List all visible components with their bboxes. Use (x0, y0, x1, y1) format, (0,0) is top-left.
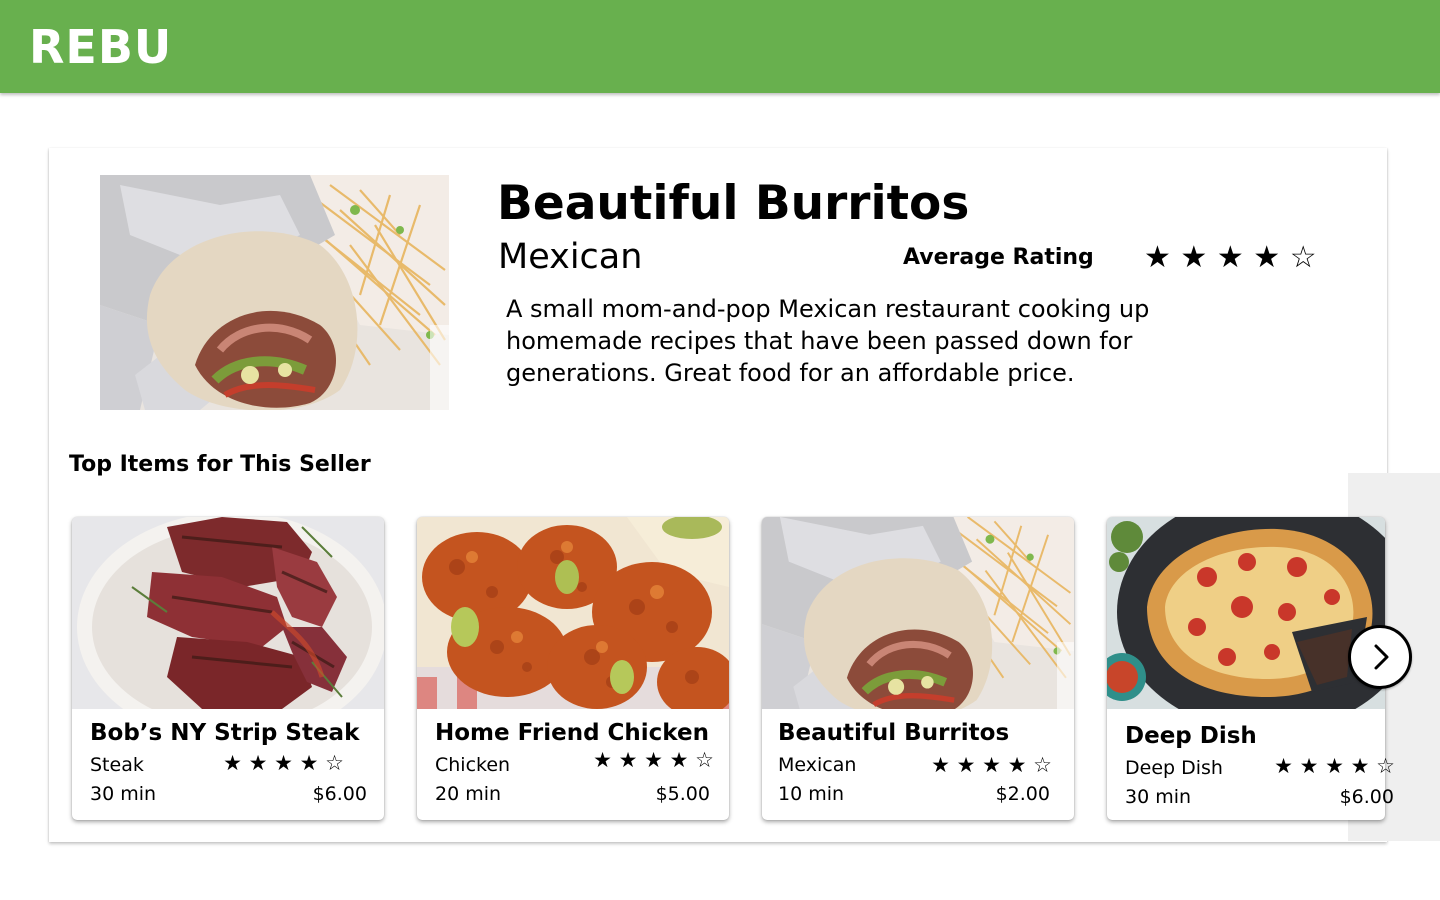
item-prep-time: 30 min (90, 783, 157, 805)
item-category: Mexican (778, 754, 857, 776)
brand-logo-text[interactable]: REBU (29, 21, 172, 73)
item-category: Steak (90, 754, 144, 776)
item-category: Deep Dish (1125, 757, 1223, 779)
top-items-heading: Top Items for This Seller (69, 452, 371, 477)
burrito-photo (762, 517, 1074, 709)
item-card[interactable]: Beautiful Burritos Mexican ★ ★ ★ ★ ☆ 10 … (762, 517, 1074, 820)
item-name: Beautiful Burritos (778, 720, 1010, 746)
steak-photo (72, 517, 384, 709)
item-price: $6.00 (312, 783, 367, 805)
item-image (72, 517, 384, 709)
top-app-bar: REBU (0, 0, 1440, 93)
item-rating-stars: ★ ★ ★ ★ ☆ (223, 751, 344, 775)
average-rating-stars: ★ ★ ★ ★ ☆ (1144, 240, 1317, 275)
store-hero-image (100, 175, 449, 410)
item-image (1107, 517, 1385, 709)
burrito-photo (100, 175, 449, 410)
item-rating-stars: ★ ★ ★ ★ ☆ (931, 753, 1052, 777)
item-name: Deep Dish (1125, 723, 1257, 749)
item-prep-time: 20 min (435, 783, 502, 805)
store-title: Beautiful Burritos (497, 176, 970, 231)
item-image (417, 517, 729, 709)
item-card[interactable]: Bob’s NY Strip Steak Steak ★ ★ ★ ★ ☆ 30 … (72, 517, 384, 820)
item-card[interactable]: Home Friend Chicken Chicken ★ ★ ★ ★ ☆ 20… (417, 517, 729, 820)
item-rating-stars: ★ ★ ★ ★ ☆ (1274, 754, 1395, 778)
average-rating-label: Average Rating (903, 245, 1094, 270)
item-card[interactable]: Deep Dish Deep Dish ★ ★ ★ ★ ☆ 30 min $6.… (1107, 517, 1395, 820)
fried-chicken-photo (417, 517, 729, 709)
item-price: $6.00 (1339, 786, 1394, 808)
item-category: Chicken (435, 754, 511, 776)
item-price: $2.00 (995, 783, 1050, 805)
item-prep-time: 30 min (1125, 786, 1192, 808)
item-image (762, 517, 1074, 709)
item-name: Home Friend Chicken (435, 720, 709, 746)
item-prep-time: 10 min (778, 783, 845, 805)
store-description: A small mom-and-pop Mexican restaurant c… (506, 295, 1150, 387)
item-price: $5.00 (655, 783, 710, 805)
chevron-right-icon (1374, 644, 1389, 670)
item-rating-stars: ★ ★ ★ ★ ☆ (593, 748, 714, 772)
carousel-next-button[interactable] (1348, 625, 1412, 689)
item-name: Bob’s NY Strip Steak (90, 720, 360, 746)
store-cuisine: Mexican (498, 237, 643, 277)
deep-dish-pizza-photo (1107, 517, 1385, 709)
